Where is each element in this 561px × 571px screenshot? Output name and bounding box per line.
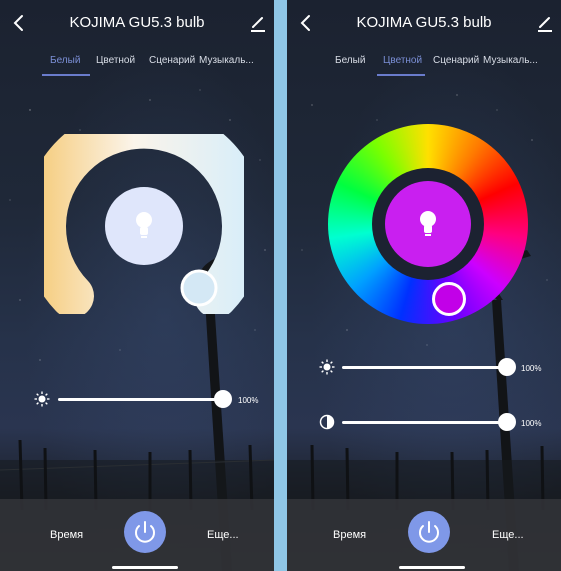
tab-color[interactable]: Цветной xyxy=(383,55,422,66)
contrast-icon xyxy=(319,414,335,430)
saturation-slider-knob[interactable] xyxy=(498,413,516,431)
tab-music[interactable]: Музыкаль... xyxy=(483,55,538,66)
tab-scenario[interactable]: Сценарий xyxy=(149,55,195,66)
sun-icon xyxy=(319,359,335,375)
saturation-slider[interactable] xyxy=(342,421,508,424)
tab-white[interactable]: Белый xyxy=(335,55,365,66)
color-hue-wheel[interactable] xyxy=(328,124,528,324)
tab-color[interactable]: Цветной xyxy=(96,55,135,66)
schedule-button[interactable]: Время xyxy=(50,529,83,541)
white-mode-screen: KOJIMA GU5.3 bulb Белый Цветной Сценарий… xyxy=(0,0,274,571)
brightness-slider[interactable] xyxy=(342,366,508,369)
more-button[interactable]: Еще... xyxy=(492,529,524,541)
brightness-value: 100% xyxy=(521,364,542,373)
bottom-bar: Время Еще... xyxy=(287,499,561,571)
power-button[interactable] xyxy=(124,511,166,553)
power-icon xyxy=(135,521,155,543)
sun-icon xyxy=(34,391,50,407)
wheel-picker-handle[interactable] xyxy=(432,282,466,316)
brightness-slider[interactable] xyxy=(58,398,224,401)
tab-music[interactable]: Музыкаль... xyxy=(199,55,254,66)
saturation-value: 100% xyxy=(521,419,542,428)
pencil-icon[interactable] xyxy=(535,12,555,34)
tab-white[interactable]: Белый xyxy=(50,55,80,66)
active-tab-indicator xyxy=(42,74,90,76)
brightness-value: 100% xyxy=(238,396,259,405)
home-indicator xyxy=(112,566,178,569)
color-mode-screen: KOJIMA GU5.3 bulb Белый Цветной Сценарий… xyxy=(287,0,561,571)
bottom-bar: Время Еще... xyxy=(0,499,274,571)
power-button[interactable] xyxy=(408,511,450,553)
tab-scenario[interactable]: Сценарий xyxy=(433,55,479,66)
wheel-picker-handle[interactable] xyxy=(180,269,218,307)
more-button[interactable]: Еще... xyxy=(207,529,239,541)
top-bar: KOJIMA GU5.3 bulb xyxy=(0,0,274,44)
schedule-button[interactable]: Время xyxy=(333,529,366,541)
brightness-slider-knob[interactable] xyxy=(498,358,516,376)
power-icon xyxy=(419,521,439,543)
bulb-icon xyxy=(420,211,436,236)
brightness-slider-knob[interactable] xyxy=(214,390,232,408)
top-bar: KOJIMA GU5.3 bulb xyxy=(287,0,561,44)
active-tab-indicator xyxy=(377,74,425,76)
device-title: KOJIMA GU5.3 bulb xyxy=(69,14,205,31)
mode-tabs: Белый Цветной Сценарий Музыкаль... xyxy=(0,48,274,76)
home-indicator xyxy=(399,566,465,569)
pencil-icon[interactable] xyxy=(248,12,268,34)
device-title: KOJIMA GU5.3 bulb xyxy=(356,14,492,31)
mode-tabs: Белый Цветной Сценарий Музыкаль... xyxy=(287,48,561,76)
white-temperature-wheel[interactable] xyxy=(44,134,244,314)
